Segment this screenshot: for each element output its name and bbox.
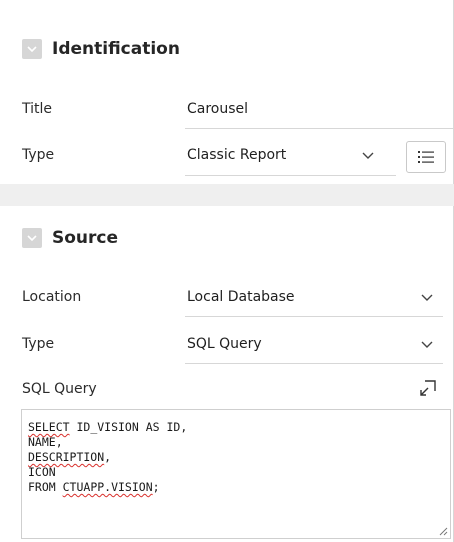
source-type-label: Type <box>22 336 55 352</box>
sql-query-label: SQL Query <box>22 381 97 397</box>
expand-icon[interactable] <box>418 378 438 398</box>
list-button[interactable] <box>406 141 446 173</box>
section-separator <box>0 184 454 206</box>
sql-code: SELECT ID_VISION AS ID, NAME, DESCRIPTIO… <box>28 420 187 495</box>
code-line: ICON <box>28 465 56 479</box>
source-type-select-underline <box>185 363 443 364</box>
chevron-down-icon[interactable] <box>420 340 434 350</box>
sql-query-editor[interactable]: SELECT ID_VISION AS ID, NAME, DESCRIPTIO… <box>21 409 451 539</box>
property-editor: Identification Title Carousel Type Class… <box>0 0 454 542</box>
identification-title: Identification <box>52 39 180 59</box>
location-select-underline <box>185 316 443 317</box>
code-line: NAME, <box>28 435 63 449</box>
code-line: FROM CTUAPP.VISION; <box>28 480 160 494</box>
chevron-down-icon[interactable] <box>361 151 375 161</box>
location-select[interactable]: Local Database <box>187 289 295 305</box>
chevron-down-icon[interactable] <box>420 293 434 303</box>
type-label: Type <box>22 147 55 163</box>
collapse-source-icon[interactable] <box>22 228 42 248</box>
type-select-underline <box>185 175 396 176</box>
list-icon <box>418 151 434 163</box>
resize-handle-icon[interactable] <box>438 526 448 536</box>
source-type-select[interactable]: SQL Query <box>187 336 262 352</box>
source-title: Source <box>52 228 119 248</box>
collapse-identification-icon[interactable] <box>22 39 42 59</box>
source-header[interactable]: Source <box>22 223 118 253</box>
title-field[interactable]: Carousel <box>187 101 248 117</box>
code-line: SELECT ID_VISION AS ID, <box>28 420 188 434</box>
type-select[interactable]: Classic Report <box>187 147 286 163</box>
title-field-underline <box>185 128 453 129</box>
identification-header[interactable]: Identification <box>22 34 180 64</box>
title-label: Title <box>22 101 53 117</box>
location-label: Location <box>22 289 82 305</box>
code-line: DESCRIPTION, <box>28 450 112 464</box>
